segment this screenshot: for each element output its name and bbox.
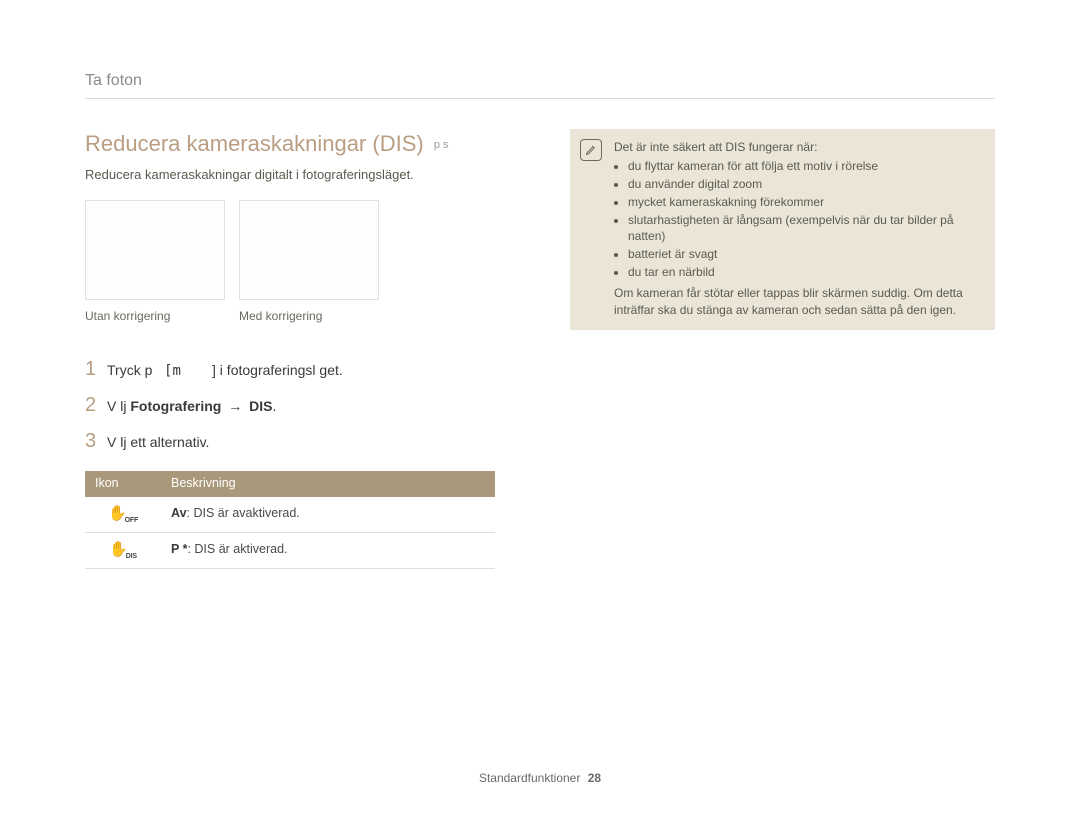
row-bold: P *: [171, 542, 187, 556]
title-text: Reducera kameraskakningar (DIS): [85, 131, 424, 156]
row-rest: : DIS är aktiverad.: [187, 542, 287, 556]
step-1: 1 Tryck p [m ] i fotograferingsl get.: [85, 355, 515, 383]
page-title: Reducera kameraskakningar (DIS) p s: [85, 129, 515, 160]
text: V lj: [107, 398, 130, 414]
caption-after: Med korrigering: [239, 308, 379, 325]
menu-key-icon: [m: [164, 363, 181, 379]
title-mode-tag: p s: [434, 139, 449, 151]
text: ] i fotograferingsl get.: [212, 362, 343, 378]
example-images: [85, 200, 515, 300]
arrow-icon: →: [228, 398, 242, 414]
step-number: 2: [85, 391, 107, 419]
manual-page: Ta foton Reducera kameraskakningar (DIS)…: [0, 0, 1080, 815]
icon-sub: OFF: [125, 517, 138, 524]
breadcrumb: Ta foton: [85, 70, 995, 99]
text: .: [272, 398, 276, 414]
bold-label: Fotografering: [130, 398, 221, 414]
list-item: du tar en närbild: [628, 264, 981, 281]
list-item: slutarhastigheten är långsam (exempelvis…: [628, 212, 981, 246]
list-item: mycket kameraskakning förekommer: [628, 194, 981, 211]
page-footer: Standardfunktioner 28: [0, 770, 1080, 787]
list-item: du använder digital zoom: [628, 176, 981, 193]
instruction-steps: 1 Tryck p [m ] i fotograferingsl get. 2 …: [85, 355, 515, 455]
caption-before: Utan korrigering: [85, 308, 225, 325]
table-header-row: Ikon Beskrivning: [85, 471, 495, 497]
list-item: du flyttar kameran för att följa ett mot…: [628, 158, 981, 175]
options-table: Ikon Beskrivning ✋OFF Av: DIS är avaktiv…: [85, 471, 495, 569]
step-text: V lj Fotografering → DIS.: [107, 397, 276, 417]
icon-sub: DIS: [126, 553, 137, 560]
subtitle: Reducera kameraskakningar digitalt i fot…: [85, 166, 515, 184]
step-text: Tryck p [m ] i fotograferingsl get.: [107, 361, 343, 382]
dis-on-icon: ✋DIS: [85, 532, 161, 568]
pencil-icon: [585, 144, 597, 156]
footer-label: Standardfunktioner: [479, 771, 580, 785]
example-image-before: [85, 200, 225, 300]
dis-off-icon: ✋OFF: [85, 497, 161, 533]
example-captions: Utan korrigering Med korrigering: [85, 308, 515, 325]
note-list: du flyttar kameran för att följa ett mot…: [614, 158, 981, 281]
table-row: ✋OFF Av: DIS är avaktiverad.: [85, 497, 495, 533]
table-row: ✋DIS P *: DIS är aktiverad.: [85, 532, 495, 568]
note-lead: Det är inte säkert att DIS fungerar när:: [614, 139, 981, 156]
list-item: batteriet är svagt: [628, 246, 981, 263]
page-number: 28: [588, 771, 601, 785]
text: Tryck p: [107, 362, 152, 378]
note-box: Det är inte säkert att DIS fungerar när:…: [570, 129, 995, 330]
desc-cell: Av: DIS är avaktiverad.: [161, 497, 495, 533]
right-column: Det är inte säkert att DIS fungerar när:…: [570, 129, 995, 568]
step-text: V lj ett alternativ.: [107, 433, 209, 453]
example-image-after: [239, 200, 379, 300]
bold-label: DIS: [249, 398, 272, 414]
step-number: 1: [85, 355, 107, 383]
note-tail: Om kameran får stötar eller tappas blir …: [614, 285, 981, 319]
th-icon: Ikon: [85, 471, 161, 497]
note-icon: [580, 139, 602, 161]
content-columns: Reducera kameraskakningar (DIS) p s Redu…: [85, 129, 995, 568]
step-number: 3: [85, 427, 107, 455]
step-2: 2 V lj Fotografering → DIS.: [85, 391, 515, 419]
desc-cell: P *: DIS är aktiverad.: [161, 532, 495, 568]
row-bold: Av: [171, 506, 187, 520]
left-column: Reducera kameraskakningar (DIS) p s Redu…: [85, 129, 515, 568]
step-3: 3 V lj ett alternativ.: [85, 427, 515, 455]
th-desc: Beskrivning: [161, 471, 495, 497]
row-rest: : DIS är avaktiverad.: [187, 506, 300, 520]
